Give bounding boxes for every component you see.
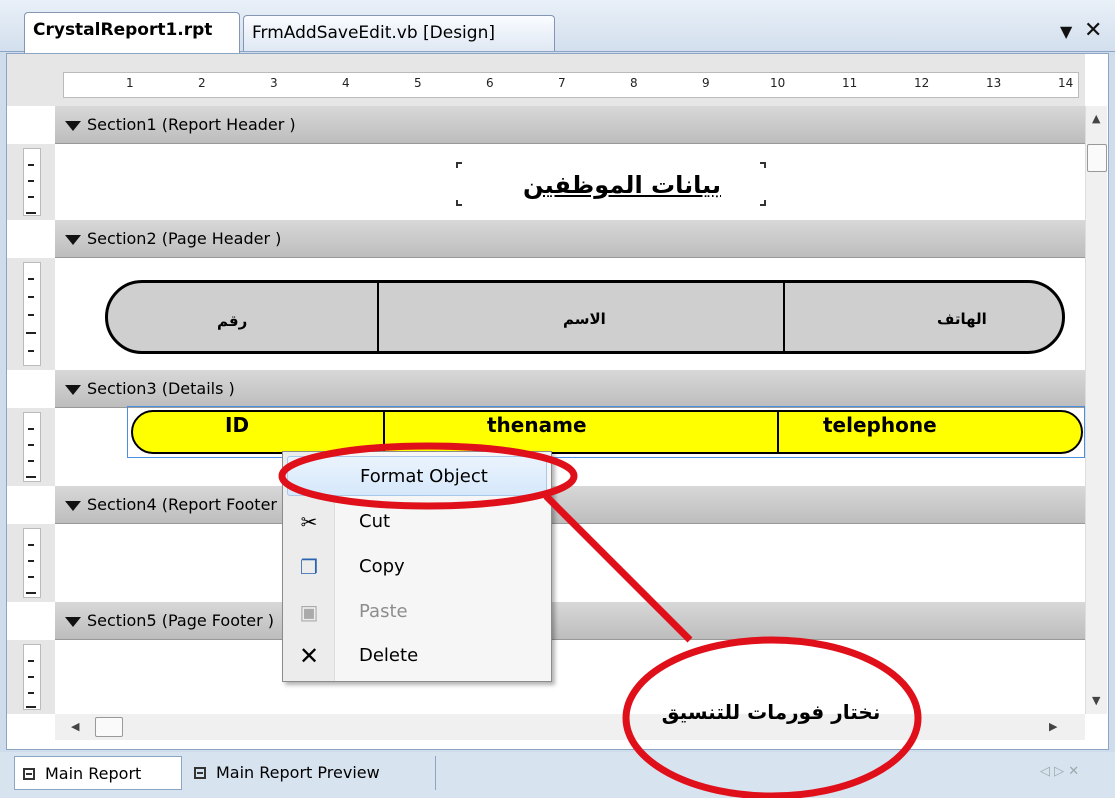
- report-title[interactable]: بيانات الموظفين: [467, 162, 777, 208]
- tab-main-report[interactable]: Main Report: [14, 756, 182, 790]
- vertical-ruler: [7, 144, 55, 220]
- section5-bar[interactable]: Section5 (Page Footer ): [55, 602, 1085, 640]
- section-label: Section2 (Page Header ): [87, 229, 282, 248]
- section1-bar[interactable]: Section1 (Report Header ): [55, 106, 1085, 144]
- menu-item-paste[interactable]: ▣ Paste: [283, 592, 551, 632]
- ruler-number: 8: [630, 76, 638, 90]
- ruler-number: 1: [126, 76, 134, 90]
- collapse-arrow-icon: [65, 616, 81, 627]
- scroll-right-icon[interactable]: ▶: [1049, 720, 1057, 733]
- menu-item-label: Copy: [359, 556, 405, 577]
- menu-item-label: Format Object: [360, 466, 488, 487]
- header-column-number[interactable]: رقم: [217, 312, 247, 330]
- menu-item-label: Cut: [359, 511, 391, 532]
- tab-main-report-preview[interactable]: Main Report Preview: [186, 756, 436, 790]
- report-designer: 1 2 3 4 5 6 7 8 9 10 11 12 13 14 Section…: [6, 53, 1109, 750]
- collapse-arrow-icon: [65, 120, 81, 131]
- section4-bar[interactable]: Section4 (Report Footer ): [55, 486, 1085, 524]
- header-column-phone[interactable]: الهاتف: [937, 310, 987, 328]
- document-tab-strip: FrmAddSaveEdit.vb [Design] CrystalReport…: [0, 0, 1115, 53]
- close-icon[interactable]: ✕: [1084, 18, 1102, 43]
- vertical-ruler: [7, 524, 55, 602]
- delete-icon: ✕: [299, 642, 320, 670]
- scrollbar-thumb[interactable]: [95, 717, 123, 737]
- nav-arrows-icon[interactable]: ◁ ▷ ✕: [1040, 764, 1079, 779]
- ruler-number: 2: [198, 76, 206, 90]
- copy-icon: ❐: [300, 555, 318, 579]
- section-label: Section4 (Report Footer ): [87, 495, 289, 514]
- vertical-ruler: [7, 258, 55, 370]
- menu-item-label: Paste: [359, 601, 408, 622]
- selection-handle: [456, 200, 462, 206]
- column-divider: [777, 410, 779, 454]
- scroll-down-icon[interactable]: ▼: [1092, 694, 1100, 707]
- report-view-tabs: Main Report Main Report Preview ◁ ▷ ✕: [0, 752, 1115, 798]
- ruler-number: 13: [986, 76, 1002, 90]
- ruler-number: 5: [414, 76, 422, 90]
- ruler-number: 14: [1058, 76, 1074, 90]
- menu-item-label: Delete: [359, 645, 419, 666]
- menu-item-format-object[interactable]: Format Object: [287, 456, 547, 496]
- selection-handle: [760, 162, 766, 168]
- report-icon: [23, 768, 35, 780]
- column-divider: [783, 282, 785, 352]
- ruler-number: 6: [486, 76, 494, 90]
- scroll-left-icon[interactable]: ◀: [71, 720, 79, 733]
- ruler-corner: [7, 54, 55, 106]
- selection-handle: [760, 200, 766, 206]
- section-label: Section5 (Page Footer ): [87, 611, 275, 630]
- callout-text: نختار فورمات للتنسيق: [661, 700, 881, 724]
- tab-dropdown-icon[interactable]: ▼: [1060, 22, 1072, 41]
- ruler-number: 12: [914, 76, 930, 90]
- tab-crystalreport1[interactable]: CrystalReport1.rpt: [24, 12, 240, 53]
- column-divider: [377, 282, 379, 352]
- field-id[interactable]: ID: [225, 413, 249, 437]
- paste-icon: ▣: [299, 600, 319, 624]
- ruler-number: 7: [558, 76, 566, 90]
- field-thename[interactable]: thename: [487, 413, 587, 437]
- section-label: Section3 (Details ): [87, 379, 235, 398]
- horizontal-scrollbar[interactable]: ◀ ▶: [55, 714, 1085, 740]
- scrollbar-thumb[interactable]: [1087, 144, 1107, 172]
- menu-item-copy[interactable]: ❐ Copy: [283, 547, 551, 587]
- selection-handle: [456, 162, 462, 168]
- ruler-strip: 1 2 3 4 5 6 7 8 9 10 11 12 13 14: [63, 72, 1079, 98]
- vertical-ruler: [7, 640, 55, 714]
- context-menu: Format Object ✂ Cut ❐ Copy ▣ Paste ✕ Del…: [282, 451, 552, 682]
- ruler-number: 11: [842, 76, 858, 90]
- section3-bar[interactable]: Section3 (Details ): [55, 370, 1085, 408]
- column-divider: [383, 410, 385, 454]
- collapse-arrow-icon: [65, 234, 81, 245]
- section-label: Section1 (Report Header ): [87, 115, 296, 134]
- ruler-number: 4: [342, 76, 350, 90]
- section2-bar[interactable]: Section2 (Page Header ): [55, 220, 1085, 258]
- header-column-name[interactable]: الاسم: [563, 310, 606, 328]
- menu-item-delete[interactable]: ✕ Delete: [283, 636, 551, 676]
- preview-icon: [194, 767, 206, 779]
- scissors-icon: ✂: [300, 510, 318, 534]
- collapse-arrow-icon: [65, 384, 81, 395]
- horizontal-ruler: 1 2 3 4 5 6 7 8 9 10 11 12 13 14: [55, 54, 1085, 106]
- ruler-number: 10: [770, 76, 786, 90]
- menu-item-cut[interactable]: ✂ Cut: [283, 502, 551, 542]
- ruler-number: 3: [270, 76, 278, 90]
- vertical-scrollbar[interactable]: ▲ ▼: [1085, 106, 1107, 714]
- scroll-up-icon[interactable]: ▲: [1092, 112, 1100, 125]
- tab-label: Main Report: [45, 764, 142, 783]
- ruler-number: 9: [702, 76, 710, 90]
- collapse-arrow-icon: [65, 500, 81, 511]
- details-oval[interactable]: [131, 410, 1083, 454]
- vertical-ruler: [7, 408, 55, 486]
- tab-label: Main Report Preview: [216, 763, 380, 782]
- field-telephone[interactable]: telephone: [823, 413, 937, 437]
- tab-frmaddsaveedit-design[interactable]: FrmAddSaveEdit.vb [Design]: [243, 15, 555, 51]
